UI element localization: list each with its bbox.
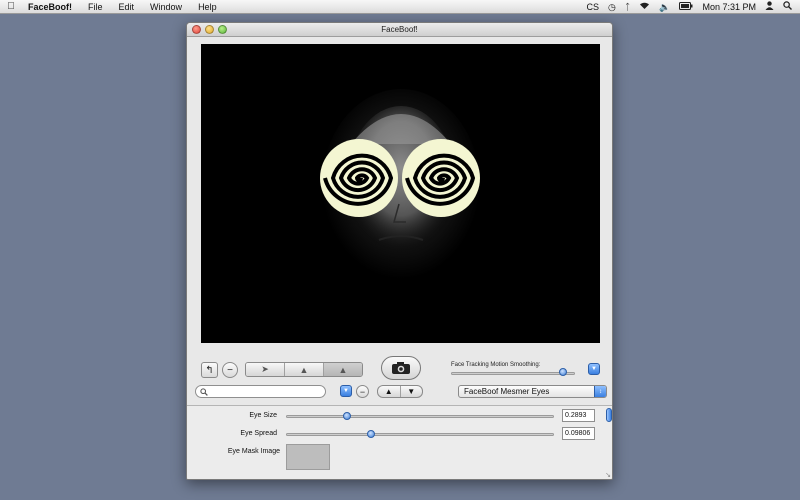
wifi-icon[interactable] <box>639 0 650 14</box>
arrow-up-icon: ▲ <box>384 387 393 396</box>
menu-edit[interactable]: Edit <box>111 0 143 14</box>
faceboof-window: FaceBoof! ↰ − ➤ ▲ ▲ Face Tracking Motion… <box>186 22 613 480</box>
tool-segmented-control: ➤ ▲ ▲ <box>245 362 363 377</box>
pointer-icon: ➤ <box>261 364 269 374</box>
camera-icon <box>392 362 410 374</box>
spotlight-icon[interactable] <box>783 0 792 14</box>
eye-size-field[interactable]: 0.2893 <box>562 409 595 422</box>
rotate-icon: ↰ <box>205 364 214 376</box>
zoom-button[interactable] <box>218 25 227 34</box>
menu-file[interactable]: File <box>80 0 111 14</box>
menu-help[interactable]: Help <box>190 0 225 14</box>
volume-icon[interactable]: 🔈 <box>659 0 670 14</box>
menu-app-name[interactable]: FaceBoof! <box>22 0 80 14</box>
tool-stamp-active[interactable]: ▲ <box>324 363 362 376</box>
stamp-icon: ▲ <box>299 364 309 375</box>
minus-circle-icon: − <box>227 364 233 376</box>
clock[interactable]: Mon 7:31 PM <box>702 0 756 14</box>
eye-size-slider-knob[interactable] <box>343 412 352 420</box>
smoothing-slider-knob[interactable] <box>558 368 567 376</box>
chevron-down-icon: ▼ <box>343 388 349 394</box>
minimize-button[interactable] <box>205 25 214 34</box>
effect-popup[interactable]: FaceBoof Mesmer Eyes ↕ <box>458 385 607 398</box>
previous-button[interactable]: ▲ <box>378 386 401 397</box>
minus-circle-icon: − <box>359 386 366 397</box>
smoothing-slider[interactable] <box>451 372 575 375</box>
user-icon[interactable] <box>765 0 774 14</box>
next-button[interactable]: ▼ <box>401 386 423 397</box>
remove-button[interactable]: − <box>222 362 238 378</box>
eye-mask-image-well[interactable] <box>286 444 330 470</box>
time-machine-icon[interactable]: ◷ <box>608 0 616 14</box>
status-area: CS ◷ ᛏ 🔈 Mon 7:31 PM <box>586 0 800 14</box>
rotate-button[interactable]: ↰ <box>201 362 218 378</box>
battery-icon[interactable] <box>679 0 693 14</box>
search-filter-button[interactable]: ▼ <box>340 385 352 397</box>
remove-filter-button[interactable]: − <box>356 385 369 398</box>
search-input[interactable] <box>211 388 321 395</box>
right-spiral-eye <box>402 139 480 217</box>
close-button[interactable] <box>192 25 201 34</box>
left-spiral-eye <box>320 139 398 217</box>
menubar:  FaceBoof! File Edit Window Help CS ◷ ᛏ… <box>0 0 800 14</box>
scrollbar-thumb[interactable] <box>606 408 612 422</box>
eye-mask-label: Eye Mask Image <box>227 448 280 455</box>
tool-stamp[interactable]: ▲ <box>285 363 324 376</box>
parameters-scrollbar[interactable] <box>606 408 612 468</box>
popup-arrows-icon: ↕ <box>594 386 606 397</box>
search-field[interactable] <box>195 385 326 398</box>
eye-size-slider[interactable] <box>286 415 554 418</box>
eye-spread-label: Eye Spread <box>240 430 277 437</box>
smoothing-menu-button[interactable]: ▼ <box>588 363 600 375</box>
eye-size-label: Eye Size <box>249 412 277 419</box>
resize-grip-icon[interactable]: ↘ <box>605 471 611 479</box>
navigate-stepper: ▲ ▼ <box>377 385 423 398</box>
stamp-filled-icon: ▲ <box>338 364 348 375</box>
apple-icon[interactable]:  <box>0 1 22 12</box>
snapshot-button[interactable] <box>381 356 421 380</box>
chevron-down-icon: ▼ <box>591 366 597 372</box>
video-preview[interactable] <box>201 44 600 343</box>
smoothing-label: Face Tracking Motion Smoothing: <box>451 362 541 368</box>
menu-window[interactable]: Window <box>142 0 190 14</box>
window-titlebar[interactable]: FaceBoof! <box>187 23 612 37</box>
eye-spread-slider[interactable] <box>286 433 554 436</box>
effect-popup-label: FaceBoof Mesmer Eyes <box>464 387 550 396</box>
parameters-panel: Eye Size 0.2893 Eye Spread 0.09806 Eye M… <box>187 405 612 479</box>
arrow-down-icon: ▼ <box>407 387 416 396</box>
window-title: FaceBoof! <box>381 25 418 34</box>
bluetooth-icon[interactable]: ᛏ <box>625 0 630 14</box>
cs-status[interactable]: CS <box>586 0 599 14</box>
tool-pointer[interactable]: ➤ <box>246 363 285 376</box>
search-icon <box>200 387 208 396</box>
eye-spread-field[interactable]: 0.09806 <box>562 427 595 440</box>
eye-spread-slider-knob[interactable] <box>366 430 375 438</box>
